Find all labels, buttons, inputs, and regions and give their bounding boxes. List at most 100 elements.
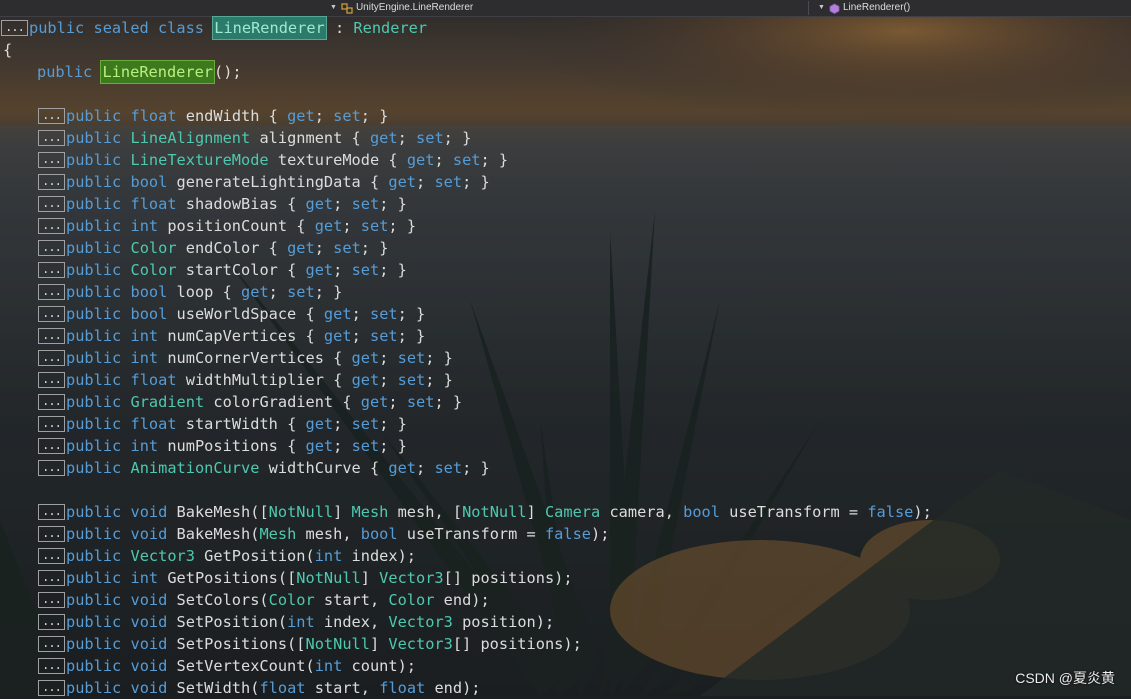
code-token: Color [388, 591, 435, 609]
code-token: get [287, 107, 315, 125]
code-punctuation: ; [314, 239, 334, 257]
collapsed-region-expander[interactable]: ... [38, 350, 65, 366]
code-token: set [351, 415, 380, 433]
code-token: get [305, 415, 334, 433]
code-editor[interactable]: ... public sealed class LineRenderer : Re… [0, 16, 1131, 697]
property-line: ... public float endWidth { get; set; } [38, 105, 388, 127]
property-type: Color [130, 261, 177, 279]
collapsed-region-expander[interactable]: ... [38, 504, 65, 520]
code-punctuation: ; } [379, 415, 407, 433]
property-name: endWidth [185, 107, 260, 125]
code-punctuation: ; } [397, 327, 426, 345]
code-token: public [66, 547, 122, 565]
code-token: Mesh [351, 503, 389, 521]
collapsed-region-expander[interactable]: ... [38, 570, 65, 586]
code-punctuation: { [277, 261, 306, 279]
code-token: public [66, 613, 122, 631]
code-token: set [333, 107, 361, 125]
property-line: ... public int numCapVertices { get; set;… [38, 325, 425, 347]
collapsed-region-expander[interactable]: ... [38, 548, 65, 564]
collapsed-region-expander[interactable]: ... [38, 306, 65, 322]
collapsed-region-expander[interactable]: ... [38, 526, 65, 542]
code-token: ] [360, 569, 380, 587]
property-name: generateLightingData [176, 173, 361, 191]
method-line: ... public void SetColors(Color start, Co… [38, 589, 490, 611]
collapsed-region-expander[interactable]: ... [38, 658, 65, 674]
collapsed-region-expander[interactable]: ... [38, 372, 65, 388]
code-punctuation [177, 259, 186, 281]
watermark: CSDN @夏炎黄 [1015, 670, 1115, 686]
code-token: SetVertexCount( [167, 657, 315, 675]
property-line: ... public int numPositions { get; set; } [38, 435, 407, 457]
code-token: public [37, 63, 93, 81]
collapsed-region-expander[interactable]: ... [38, 174, 65, 190]
method-line: ... public void SetVertexCount(int count)… [38, 655, 416, 677]
code-punctuation [121, 457, 130, 479]
collapsed-region-expander[interactable]: ... [38, 680, 65, 696]
collapsed-region-expander[interactable]: ... [38, 218, 65, 234]
method-line: ... public int GetPositions([NotNull] Vec… [38, 567, 573, 589]
collapsed-region-expander[interactable]: ... [38, 416, 65, 432]
collapsed-region-expander[interactable]: ... [38, 394, 65, 410]
code-punctuation: { [259, 239, 288, 257]
code-punctuation: ; } [443, 129, 472, 147]
collapsed-region-expander[interactable]: ... [38, 130, 65, 146]
code-punctuation: { [342, 129, 370, 147]
code-token: SetColors( [167, 591, 269, 609]
collapsed-region-expander[interactable]: ... [38, 240, 65, 256]
collapsed-region-expander[interactable]: ... [38, 108, 65, 124]
collapsed-region-expander[interactable]: ... [38, 614, 65, 630]
code-punctuation [158, 435, 167, 457]
code-punctuation: ; } [388, 217, 417, 235]
property-name: colorGradient [213, 393, 334, 411]
code-token: index, [314, 613, 389, 631]
code-token: set [351, 195, 380, 213]
code-token: public [29, 19, 85, 37]
code-token: bool [683, 503, 720, 521]
property-name: numCapVertices [167, 327, 297, 345]
code-token: public [66, 327, 122, 345]
code-token: SetPositions( [167, 635, 297, 653]
code-punctuation [167, 281, 176, 303]
property-line: ... public Color startColor { get; set; } [38, 259, 407, 281]
class-declaration-line: ... public sealed class LineRenderer : Re… [1, 16, 427, 40]
code-token: set [351, 437, 380, 455]
code-token: get [369, 129, 398, 147]
type-navigation-dropdown[interactable]: ▼ UnityEngine.LineRenderer [330, 1, 473, 15]
collapsed-region-expander[interactable]: ... [38, 592, 65, 608]
code-token: set [360, 217, 389, 235]
property-type: Gradient [130, 393, 205, 411]
member-navigation-dropdown[interactable]: ▼ LineRenderer() [818, 1, 910, 15]
property-type: LineTextureMode [130, 151, 269, 169]
code-token: void [130, 613, 168, 631]
property-name: widthMultiplier [185, 371, 324, 389]
property-line: ... public float widthMultiplier { get; s… [38, 369, 453, 391]
collapsed-region-expander[interactable]: ... [38, 284, 65, 300]
code-token: NotNull [268, 503, 334, 521]
code-token: [ [259, 503, 269, 521]
code-token: [] positions); [443, 569, 573, 587]
code-punctuation [177, 413, 186, 435]
code-punctuation: { [277, 195, 306, 213]
property-line: ... public float shadowBias { get; set; } [38, 193, 407, 215]
code-token: [] positions); [452, 635, 582, 653]
code-punctuation [121, 303, 130, 325]
collapsed-region-expander[interactable]: ... [38, 636, 65, 652]
code-token: Mesh [259, 525, 297, 543]
code-token: GetPosition( [194, 547, 315, 565]
code-punctuation [158, 325, 167, 347]
collapsed-region-expander[interactable]: ... [38, 438, 65, 454]
collapsed-region-expander[interactable]: ... [38, 328, 65, 344]
collapsed-region-expander[interactable]: ... [38, 196, 65, 212]
collapsed-region-expander[interactable]: ... [38, 152, 65, 168]
collapsed-region-expander[interactable]: ... [38, 262, 65, 278]
method-line: ... public void SetPosition(int index, Ve… [38, 611, 554, 633]
code-punctuation: ; [379, 349, 398, 367]
code-token: set [434, 173, 463, 191]
class-icon [341, 2, 353, 14]
code-token: set [369, 327, 398, 345]
code-punctuation: ; [342, 217, 361, 235]
collapsed-region-expander[interactable]: ... [38, 460, 65, 476]
collapsed-region-expander[interactable]: ... [1, 20, 28, 36]
